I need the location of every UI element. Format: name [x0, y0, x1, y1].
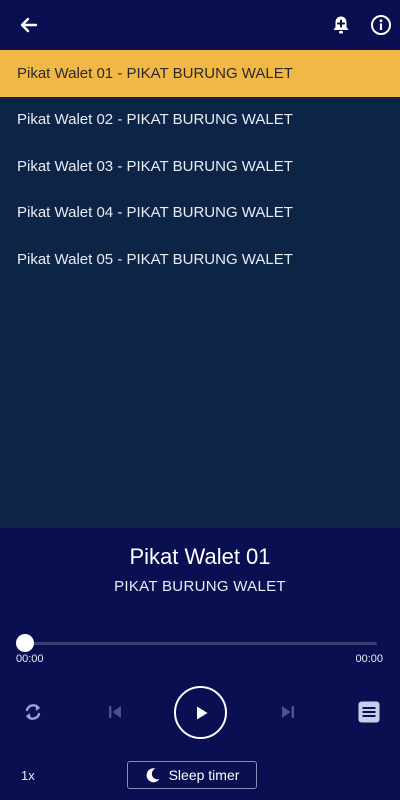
repeat-button[interactable]	[20, 699, 46, 725]
play-button[interactable]	[174, 686, 227, 739]
previous-button[interactable]	[104, 701, 126, 723]
duration-time: 00:00	[355, 653, 383, 665]
seek-thumb[interactable]	[16, 634, 34, 652]
list-item[interactable]: Pikat Walet 02 - PIKAT BURUNG WALET	[0, 97, 400, 144]
sleep-timer-label: Sleep timer	[168, 767, 240, 783]
info-icon	[371, 15, 391, 35]
alarm-button[interactable]	[326, 10, 356, 40]
current-time: 00:00	[16, 653, 44, 665]
track-label: Pikat Walet 02 - PIKAT BURUNG WALET	[17, 111, 293, 129]
list-item[interactable]: Pikat Walet 01 - PIKAT BURUNG WALET	[0, 50, 400, 97]
moon-icon	[145, 767, 161, 783]
list-item[interactable]: Pikat Walet 03 - PIKAT BURUNG WALET	[0, 143, 400, 190]
skip-previous-icon	[109, 706, 121, 718]
skip-next-icon	[282, 706, 294, 718]
playlist-button[interactable]	[356, 699, 382, 725]
back-button[interactable]	[14, 10, 44, 40]
bell-plus-icon	[333, 16, 349, 34]
info-button[interactable]	[366, 10, 396, 40]
player-panel: Pikat Walet 01 PIKAT BURUNG WALET 00:00 …	[0, 528, 400, 800]
app-bar	[0, 0, 400, 50]
seek-bar[interactable]	[24, 642, 377, 645]
next-button[interactable]	[277, 701, 299, 723]
playlist: Pikat Walet 01 - PIKAT BURUNG WALET Pika…	[0, 50, 400, 528]
playback-speed-button[interactable]: 1x	[21, 768, 35, 783]
list-item[interactable]: Pikat Walet 04 - PIKAT BURUNG WALET	[0, 190, 400, 237]
play-icon	[196, 706, 207, 719]
now-playing-title: Pikat Walet 01	[129, 544, 271, 569]
arrow-left-icon	[20, 17, 38, 33]
list-item[interactable]: Pikat Walet 05 - PIKAT BURUNG WALET	[0, 236, 400, 283]
sleep-timer-button[interactable]: Sleep timer	[127, 761, 257, 789]
track-label: Pikat Walet 05 - PIKAT BURUNG WALET	[17, 250, 293, 268]
repeat-icon	[25, 704, 41, 720]
track-label: Pikat Walet 01 - PIKAT BURUNG WALET	[17, 64, 293, 82]
now-playing-artist: PIKAT BURUNG WALET	[114, 578, 286, 595]
playlist-icon	[358, 701, 380, 723]
track-label: Pikat Walet 04 - PIKAT BURUNG WALET	[17, 204, 293, 222]
track-label: Pikat Walet 03 - PIKAT BURUNG WALET	[17, 157, 293, 175]
